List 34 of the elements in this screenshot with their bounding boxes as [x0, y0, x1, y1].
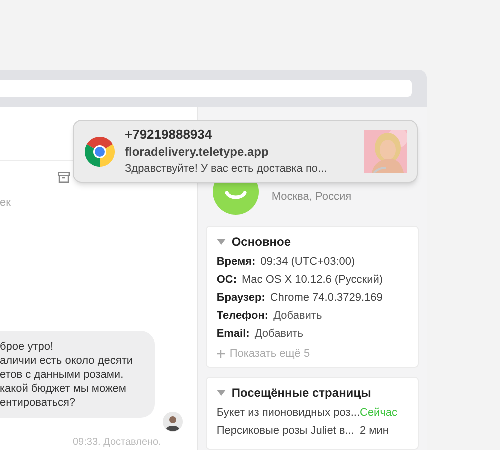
notification-popup[interactable]: +79219888934 floradelivery.teletype.app Здравствуйте! У вас есть доставка по...: [73, 120, 418, 183]
caret-icon[interactable]: [216, 239, 226, 245]
field-label: Браузер:: [216, 292, 266, 305]
field-label: Время:: [216, 256, 256, 269]
page-link[interactable]: Персиковые розы Juliet в...: [216, 424, 354, 438]
browser-logo-icon: [85, 136, 115, 166]
card-title: Основное: [232, 234, 292, 251]
field-label: Email:: [216, 328, 250, 341]
field-label: Телефон:: [216, 310, 269, 323]
field-value: Mac OS X 10.12.6 (Русский): [242, 274, 384, 287]
notification-message: Здравствуйте! У вас есть доставка по...: [125, 162, 328, 176]
visit-time: Сейчас: [360, 406, 399, 420]
message-line: аличии есть около десяти: [0, 354, 134, 368]
message-status: 09:33. Доставлено.: [73, 436, 162, 450]
page-link[interactable]: Букет из пионовидных роз...: [216, 406, 360, 420]
field-label: ОС:: [216, 274, 237, 287]
notification-source: floradelivery.teletype.app: [125, 145, 270, 160]
field-value: 09:34 (UTC+03:00): [260, 256, 356, 269]
add-link[interactable]: Добавить: [274, 310, 322, 323]
caret-icon[interactable]: [216, 390, 226, 396]
field-value: Chrome 74.0.3729.169: [270, 292, 383, 305]
card-title: Посещённые страницы: [232, 384, 372, 402]
message-line: етов с данными розами.: [0, 368, 125, 382]
message-line: какой бюджет мы можем: [0, 382, 128, 396]
visit-time: 2 мин: [360, 424, 390, 438]
notification-title: +79219888934: [125, 127, 214, 143]
message-line: брое утро!: [0, 340, 55, 354]
add-link[interactable]: Добавить: [254, 328, 304, 341]
archive-icon[interactable]: [58, 172, 70, 183]
message-line: ентироваться?: [0, 396, 77, 410]
contact-location: Москва, Россия: [272, 190, 352, 205]
chat-text: ек: [0, 196, 12, 210]
avatar-icon: [163, 412, 183, 432]
plus-icon: [216, 350, 225, 358]
